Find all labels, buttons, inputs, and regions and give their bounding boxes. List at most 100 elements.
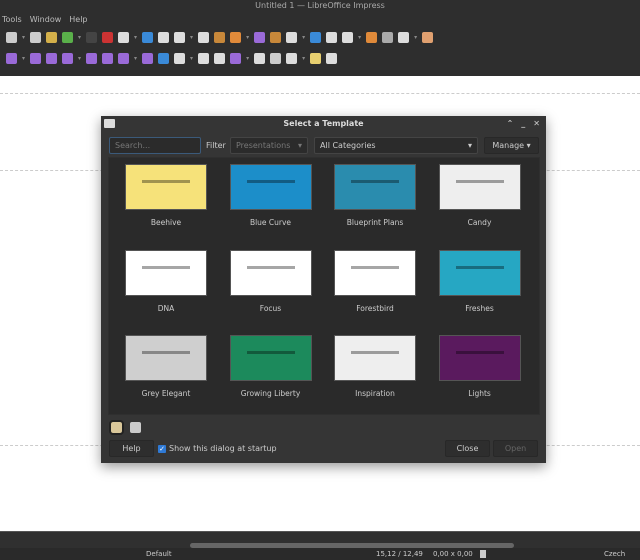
toolbar-button-icon[interactable] — [86, 53, 98, 64]
template-item[interactable]: Grey Elegant — [125, 335, 207, 398]
toolbar-button-icon[interactable] — [254, 32, 266, 43]
dropdown-arrow-icon[interactable]: ▾ — [246, 34, 249, 41]
toolbar-button-icon[interactable] — [158, 32, 170, 43]
filter-value: Presentations — [236, 141, 291, 150]
template-item[interactable]: Growing Liberty — [229, 335, 312, 398]
template-dialog: Select a Template ⌃ _ ✕ Search... Filter P… — [101, 116, 546, 463]
toolbar-button-icon[interactable] — [270, 32, 282, 43]
toolbar-button-icon[interactable] — [398, 32, 410, 43]
menubar: Tools Window Help — [2, 15, 88, 24]
title-and-toolbars: Untitled 1 — LibreOffice Impress Tools W… — [0, 0, 640, 76]
cursor-position: 15,12 / 12,49 — [376, 550, 423, 558]
toolbar-button-icon[interactable] — [310, 53, 322, 64]
toolbar-button-icon[interactable] — [230, 32, 242, 43]
dropdown-arrow-icon[interactable]: ▾ — [78, 34, 81, 41]
template-item[interactable]: Freshes — [438, 249, 521, 313]
toolbar-button-icon[interactable] — [198, 53, 210, 64]
toolbar-button-icon[interactable] — [310, 32, 322, 43]
toolbar-button-icon[interactable] — [62, 53, 74, 64]
search-input[interactable]: Search... — [109, 137, 201, 154]
dropdown-arrow-icon[interactable]: ▾ — [22, 55, 25, 62]
open-button[interactable]: Open — [493, 440, 538, 457]
toolbar-button-icon[interactable] — [6, 32, 17, 43]
thumbnail-title-placeholder — [142, 351, 190, 355]
layout-name: Default — [146, 550, 172, 558]
dropdown-arrow-icon[interactable]: ▾ — [190, 55, 193, 62]
dropdown-arrow-icon[interactable]: ▾ — [414, 34, 417, 41]
maximize-icon[interactable]: ⌃ — [507, 116, 514, 132]
dropdown-arrow-icon[interactable]: ▾ — [302, 34, 305, 41]
dropdown-arrow-icon[interactable]: ▾ — [78, 55, 81, 62]
thumbnail-view-icon[interactable] — [109, 420, 124, 435]
drawing-toolbar: ▾ ▾ ▾ ▾ ▾ ▾ — [6, 53, 338, 64]
toolbar-button-icon[interactable] — [142, 53, 154, 64]
template-item[interactable]: DNA — [125, 249, 207, 313]
manage-button[interactable]: Manage ▾ — [484, 137, 539, 154]
toolbar-button-icon[interactable] — [62, 32, 74, 43]
toolbar-button-icon[interactable] — [142, 32, 154, 43]
dropdown-arrow-icon[interactable]: ▾ — [190, 34, 193, 41]
menu-tools[interactable]: Tools — [2, 15, 22, 24]
template-thumbnail — [229, 335, 312, 381]
toolbar-button-icon[interactable] — [230, 53, 242, 64]
document-modified-icon — [480, 550, 486, 558]
toolbar-button-icon[interactable] — [30, 53, 42, 64]
toolbar-button-icon[interactable] — [254, 53, 266, 64]
dropdown-arrow-icon[interactable]: ▾ — [302, 55, 305, 62]
close-icon[interactable]: ✕ — [533, 116, 540, 132]
toolbar-button-icon[interactable] — [214, 32, 226, 43]
object-size: 0,00 x 0,00 — [433, 550, 473, 558]
dropdown-arrow-icon[interactable]: ▾ — [134, 55, 137, 62]
toolbar-button-icon[interactable] — [46, 53, 58, 64]
template-item[interactable]: Blue Curve — [229, 164, 312, 227]
toolbar-button-icon[interactable] — [286, 32, 298, 43]
menu-window[interactable]: Window — [30, 15, 62, 24]
toolbar-button-icon[interactable] — [158, 53, 170, 64]
filter-label: Filter — [206, 141, 226, 150]
dropdown-arrow-icon[interactable]: ▾ — [134, 34, 137, 41]
template-item[interactable]: Beehive — [125, 164, 207, 227]
template-item[interactable]: Lights — [438, 335, 521, 398]
toolbar-button-icon[interactable] — [46, 32, 58, 43]
toolbar-button-icon[interactable] — [366, 32, 378, 43]
template-thumbnail — [438, 164, 521, 210]
close-button[interactable]: Close — [445, 440, 490, 457]
toolbar-button-icon[interactable] — [198, 32, 210, 43]
thumbnail-title-placeholder — [455, 265, 504, 269]
toolbar-button-icon[interactable] — [86, 32, 98, 43]
help-button[interactable]: Help — [109, 440, 154, 457]
template-item[interactable]: Blueprint Plans — [334, 164, 416, 227]
toolbar-button-icon[interactable] — [326, 53, 338, 64]
dropdown-arrow-icon[interactable]: ▾ — [358, 34, 361, 41]
template-item[interactable]: Inspiration — [334, 335, 416, 398]
toolbar-button-icon[interactable] — [6, 53, 17, 64]
toolbar-button-icon[interactable] — [174, 32, 186, 43]
toolbar-button-icon[interactable] — [102, 32, 114, 43]
toolbar-button-icon[interactable] — [102, 53, 114, 64]
list-view-icon[interactable] — [130, 422, 141, 433]
minimize-icon[interactable]: _ — [521, 116, 525, 132]
template-item[interactable]: Candy — [438, 164, 521, 227]
dropdown-arrow-icon[interactable]: ▾ — [22, 34, 25, 41]
filter-select[interactable]: Presentations ▾ — [230, 137, 308, 154]
toolbar-button-icon[interactable] — [286, 53, 298, 64]
template-item[interactable]: Focus — [229, 249, 312, 313]
template-name: Freshes — [465, 303, 494, 313]
language[interactable]: Czech — [604, 548, 625, 560]
toolbar-button-icon[interactable] — [174, 53, 186, 64]
category-select[interactable]: All Categories ▾ — [314, 137, 478, 154]
toolbar-button-icon[interactable] — [270, 53, 282, 64]
checkbox-checked-icon[interactable]: ✓ — [158, 444, 166, 453]
dropdown-arrow-icon[interactable]: ▾ — [246, 55, 249, 62]
menu-help[interactable]: Help — [69, 15, 87, 24]
toolbar-button-icon[interactable] — [30, 32, 42, 43]
toolbar-button-icon[interactable] — [382, 32, 394, 43]
startup-checkbox[interactable]: ✓ Show this dialog at startup — [158, 444, 277, 453]
toolbar-button-icon[interactable] — [326, 32, 338, 43]
toolbar-button-icon[interactable] — [118, 53, 130, 64]
template-item[interactable]: Forestbird — [334, 249, 416, 313]
toolbar-button-icon[interactable] — [214, 53, 226, 64]
toolbar-button-icon[interactable] — [342, 32, 354, 43]
toolbar-button-icon[interactable] — [422, 32, 434, 43]
toolbar-button-icon[interactable] — [118, 32, 130, 43]
